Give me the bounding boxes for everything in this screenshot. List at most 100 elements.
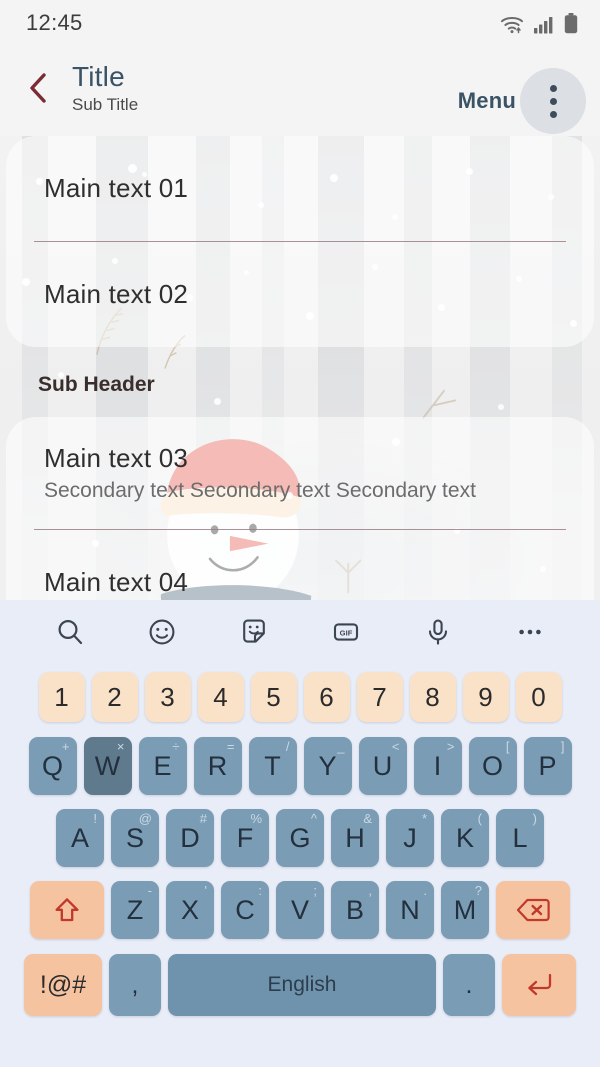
list-item[interactable]: Main text 03 Secondary text Secondary te…: [6, 417, 594, 529]
letter-key-m[interactable]: ? M: [441, 881, 489, 939]
letter-key-g[interactable]: ^ G: [276, 809, 324, 867]
more-vertical-icon-dot: [549, 110, 557, 118]
microphone-icon[interactable]: [416, 610, 460, 654]
enter-return-icon: [528, 973, 552, 996]
key-label: K: [455, 822, 474, 853]
letter-key-t[interactable]: / T: [248, 737, 297, 795]
back-button[interactable]: [10, 60, 66, 116]
key-label: Z: [126, 894, 144, 925]
key-label: M: [453, 894, 477, 925]
back-chevron-icon: [30, 73, 46, 103]
keyboard-toolbar: GIF: [0, 600, 600, 664]
gif-icon[interactable]: GIF: [324, 610, 368, 654]
key-label: Q: [41, 750, 63, 781]
content-area: Main text 01 Main text 02 Sub Header Mai…: [0, 136, 600, 600]
emoji-icon[interactable]: [140, 610, 184, 654]
app-bar-titles: Title Sub Title: [72, 60, 138, 115]
keyboard-row-zxcv: - Z ' X: C; V, B. N? M: [0, 874, 600, 946]
key-label: P: [538, 750, 557, 781]
key-label: R: [207, 750, 228, 781]
key-label: U: [372, 750, 393, 781]
battery-icon: [564, 12, 578, 33]
number-key-8[interactable]: 8: [409, 672, 456, 722]
space-key[interactable]: English: [168, 954, 436, 1016]
key-secondary-symbol: (: [477, 811, 482, 826]
letter-key-z[interactable]: -Z: [111, 881, 159, 939]
key-secondary-symbol: #: [199, 811, 207, 826]
letter-key-c[interactable]: :C: [221, 881, 269, 939]
shift-key[interactable]: [30, 881, 104, 939]
letter-key-f[interactable]: % F: [221, 809, 269, 867]
comma-key[interactable]: ,: [109, 954, 161, 1016]
virtual-keyboard: GIF 1234567890 + Q × W ÷ E = R / T _ Y < U > I[O] P ! A @ S…: [0, 600, 600, 1067]
list-card-two: Main text 03 Secondary text Secondary te…: [6, 417, 594, 600]
list-item-main-text: Main text 03: [44, 443, 189, 473]
letter-key-a[interactable]: ! A: [56, 809, 104, 867]
letter-key-x[interactable]: ' X: [166, 881, 214, 939]
number-key-0[interactable]: 0: [515, 672, 562, 722]
key-secondary-symbol: @: [138, 811, 152, 826]
backspace-icon: [516, 898, 550, 922]
number-key-3[interactable]: 3: [144, 672, 191, 722]
enter-key[interactable]: [502, 954, 576, 1016]
key-secondary-symbol: =: [226, 739, 235, 754]
key-secondary-symbol: .: [423, 883, 427, 898]
key-label: X: [180, 894, 199, 925]
menu-button[interactable]: Menu: [458, 88, 516, 114]
letter-key-o[interactable]: [O: [468, 737, 517, 795]
number-key-5[interactable]: 5: [250, 672, 297, 722]
letter-key-b[interactable]: ,B: [331, 881, 379, 939]
letter-key-y[interactable]: _ Y: [303, 737, 352, 795]
list-item-main-text: Main text 01: [44, 173, 189, 203]
period-key[interactable]: .: [443, 954, 495, 1016]
letter-key-i[interactable]: > I: [413, 737, 462, 795]
letter-key-p[interactable]: ] P: [523, 737, 572, 795]
more-vertical-icon-dot: [549, 97, 557, 105]
list-card-one: Main text 01 Main text 02: [6, 136, 594, 347]
key-label: J: [403, 822, 417, 853]
key-label: A: [70, 822, 89, 853]
letter-key-e[interactable]: ÷ E: [138, 737, 187, 795]
app-bar: Title Sub Title Menu: [0, 46, 600, 136]
key-secondary-symbol: ): [532, 811, 537, 826]
letter-key-w[interactable]: × W: [83, 737, 132, 795]
key-label: L: [512, 822, 528, 853]
wifi-icon: [501, 16, 523, 33]
more-horizontal-icon[interactable]: [508, 610, 552, 654]
backspace-key[interactable]: [496, 881, 570, 939]
number-key-4[interactable]: 4: [197, 672, 244, 722]
key-secondary-symbol: -: [147, 883, 152, 898]
letter-key-u[interactable]: < U: [358, 737, 407, 795]
letter-key-v[interactable]: ; V: [276, 881, 324, 939]
number-key-1[interactable]: 1: [38, 672, 85, 722]
sticker-icon[interactable]: [232, 610, 276, 654]
letter-key-n[interactable]: .N: [386, 881, 434, 939]
letter-key-k[interactable]: (K: [441, 809, 489, 867]
status-bar-clock: 12:45: [26, 10, 83, 35]
number-key-2[interactable]: 2: [91, 672, 138, 722]
key-label: I: [433, 750, 442, 781]
list-item-secondary-text: Secondary text Secondary text Secondary …: [44, 479, 476, 502]
list-item[interactable]: Main text 04: [6, 530, 594, 600]
letter-key-d[interactable]: # D: [166, 809, 214, 867]
overflow-menu-button[interactable]: [520, 68, 586, 134]
key-secondary-symbol: >: [446, 739, 455, 754]
key-secondary-symbol: ÷: [172, 739, 180, 754]
letter-key-l[interactable]: ) L: [496, 809, 544, 867]
letter-key-j[interactable]: * J: [386, 809, 434, 867]
number-key-9[interactable]: 9: [462, 672, 509, 722]
letter-key-r[interactable]: = R: [193, 737, 242, 795]
list-item[interactable]: Main text 02: [6, 242, 594, 347]
number-key-6[interactable]: 6: [303, 672, 350, 722]
key-label: C: [235, 894, 255, 925]
shift-arrow-icon: [55, 898, 79, 922]
key-secondary-symbol: %: [250, 811, 262, 826]
list-item[interactable]: Main text 01: [6, 136, 594, 241]
key-secondary-symbol: &: [363, 811, 372, 826]
letter-key-q[interactable]: + Q: [28, 737, 77, 795]
letter-key-s[interactable]: @ S: [111, 809, 159, 867]
symbols-key[interactable]: !@#: [24, 954, 102, 1016]
number-key-7[interactable]: 7: [356, 672, 403, 722]
search-icon[interactable]: [48, 610, 92, 654]
letter-key-h[interactable]: & H: [331, 809, 379, 867]
